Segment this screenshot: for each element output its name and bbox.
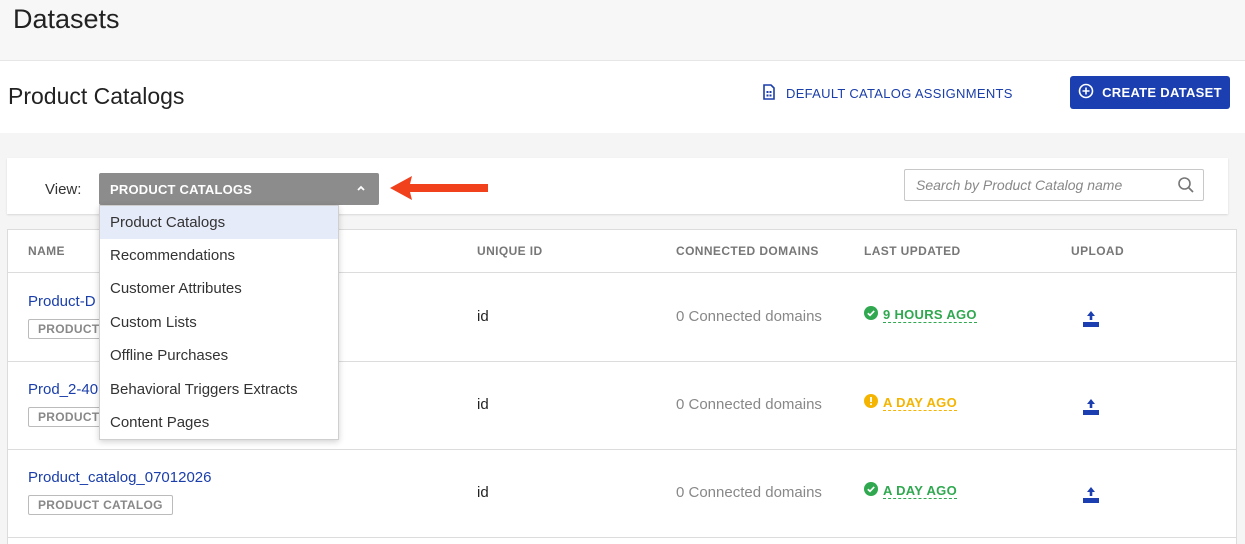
unique-id: id bbox=[477, 308, 489, 325]
check-circle-icon bbox=[864, 306, 878, 323]
view-select[interactable]: PRODUCT CATALOGS bbox=[99, 173, 379, 205]
view-option-custom-lists[interactable]: Custom Lists bbox=[100, 306, 338, 339]
dataset-type-tag: PRODUCT bbox=[28, 407, 110, 427]
column-header-last-updated[interactable]: LAST UPDATED bbox=[864, 244, 961, 258]
unique-id: id bbox=[477, 484, 489, 501]
view-option-behavioral-triggers-extracts[interactable]: Behavioral Triggers Extracts bbox=[100, 373, 338, 406]
view-option-customer-attributes[interactable]: Customer Attributes bbox=[100, 272, 338, 305]
section-bar: Product Catalogs DEFAULT CATALOG ASSIGNM… bbox=[0, 61, 1245, 133]
view-option-product-catalogs[interactable]: Product Catalogs bbox=[100, 206, 338, 239]
dataset-type-tag: PRODUCT CATALOG bbox=[28, 495, 173, 515]
view-select-value: PRODUCT CATALOGS bbox=[110, 181, 253, 197]
create-dataset-label: CREATE DATASET bbox=[1102, 85, 1222, 100]
last-updated[interactable]: 9 HOURS AGO bbox=[864, 306, 977, 323]
column-header-upload: UPLOAD bbox=[1071, 244, 1125, 258]
last-updated[interactable]: A DAY AGO bbox=[864, 482, 957, 499]
create-dataset-button[interactable]: CREATE DATASET bbox=[1070, 76, 1230, 109]
upload-icon[interactable] bbox=[1082, 398, 1100, 421]
connected-domains: 0 Connected domains bbox=[676, 484, 822, 501]
connected-domains: 0 Connected domains bbox=[676, 308, 822, 325]
document-icon bbox=[762, 83, 776, 103]
last-updated-text: 9 HOURS AGO bbox=[883, 306, 977, 323]
column-header-name[interactable]: NAME bbox=[28, 244, 65, 258]
view-dropdown-menu: Product Catalogs Recommendations Custome… bbox=[99, 205, 339, 440]
last-updated-text: A DAY AGO bbox=[883, 482, 957, 499]
annotation-arrow-icon bbox=[388, 174, 490, 207]
upload-icon[interactable] bbox=[1082, 486, 1100, 509]
page-header: Datasets bbox=[0, 0, 1245, 61]
column-header-unique-id[interactable]: UNIQUE ID bbox=[477, 244, 543, 258]
section-title: Product Catalogs bbox=[8, 83, 185, 109]
table-row: Product_catalog_07012026 PRODUCT CATALOG… bbox=[8, 449, 1236, 538]
default-catalog-assignments-label: DEFAULT CATALOG ASSIGNMENTS bbox=[786, 85, 1013, 101]
view-label: View: bbox=[45, 181, 82, 198]
default-catalog-assignments-link[interactable]: DEFAULT CATALOG ASSIGNMENTS bbox=[762, 83, 1013, 103]
view-option-recommendations[interactable]: Recommendations bbox=[100, 239, 338, 272]
view-option-offline-purchases[interactable]: Offline Purchases bbox=[100, 339, 338, 372]
warning-circle-icon bbox=[864, 394, 878, 411]
unique-id: id bbox=[477, 396, 489, 413]
plus-circle-icon bbox=[1078, 83, 1094, 102]
upload-icon[interactable] bbox=[1082, 310, 1100, 333]
search-box bbox=[904, 169, 1204, 201]
dataset-name-link[interactable]: Product-D bbox=[28, 293, 96, 310]
page-title: Datasets bbox=[13, 4, 120, 34]
view-option-content-pages[interactable]: Content Pages bbox=[100, 406, 338, 439]
chevron-up-icon bbox=[355, 182, 367, 197]
check-circle-icon bbox=[864, 482, 878, 499]
search-icon[interactable] bbox=[1177, 176, 1195, 199]
last-updated-text: A DAY AGO bbox=[883, 394, 957, 411]
last-updated[interactable]: A DAY AGO bbox=[864, 394, 957, 411]
connected-domains: 0 Connected domains bbox=[676, 396, 822, 413]
dataset-name-link[interactable]: Prod_2-40 bbox=[28, 381, 98, 398]
search-input[interactable] bbox=[905, 170, 1165, 200]
column-header-connected-domains[interactable]: CONNECTED DOMAINS bbox=[676, 244, 819, 258]
dataset-name-link[interactable]: Product_catalog_07012026 bbox=[28, 469, 212, 486]
dataset-type-tag: PRODUCT bbox=[28, 319, 110, 339]
